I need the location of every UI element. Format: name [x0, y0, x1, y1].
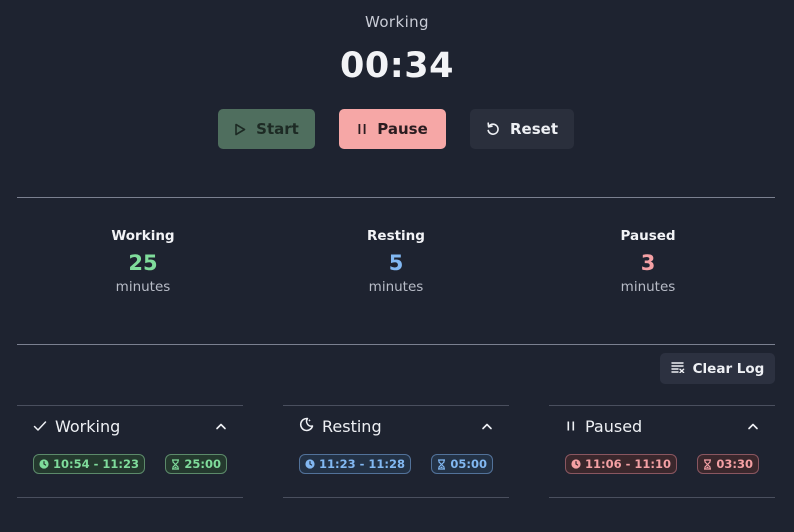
chevron-up-icon[interactable] — [481, 422, 493, 430]
pomodoro-app: Working 00:34 Start Pause Reset Working … — [0, 0, 794, 532]
stat-value: 3 — [640, 251, 656, 275]
reset-icon — [486, 122, 500, 136]
panel-divider — [17, 497, 243, 498]
panel-header[interactable]: Paused — [565, 415, 759, 437]
panel-divider — [283, 405, 509, 406]
stat-title: Resting — [367, 228, 425, 244]
start-button-label: Start — [256, 120, 299, 138]
divider — [17, 344, 775, 345]
pause-button-label: Pause — [377, 120, 428, 138]
stat-unit: minutes — [620, 279, 676, 295]
clear-log-button[interactable]: Clear Log — [660, 353, 775, 384]
duration-badge: 25:00 — [165, 454, 227, 474]
pause-button[interactable]: Pause — [339, 109, 446, 149]
divider — [17, 197, 775, 198]
panel-title: Resting — [322, 416, 382, 436]
chevron-up-icon[interactable] — [215, 422, 227, 430]
clock-icon — [305, 459, 315, 469]
play-icon — [234, 123, 246, 136]
stat-value: 5 — [388, 251, 404, 275]
panel-divider — [283, 497, 509, 498]
status-label: Working — [365, 13, 429, 31]
hourglass-icon — [703, 458, 712, 470]
time-range-badge: 11:06 - 11:10 — [565, 454, 677, 474]
time-range-text: 10:54 - 11:23 — [53, 457, 139, 471]
check-icon — [33, 417, 47, 436]
hourglass-icon — [437, 458, 446, 470]
stat-title: Working — [111, 228, 175, 244]
reset-button-label: Reset — [510, 120, 558, 138]
duration-text: 03:30 — [716, 457, 753, 471]
log-panel-resting: Resting 11:23 - 11:28 05:00 — [283, 405, 509, 498]
panel-divider — [17, 405, 243, 406]
chevron-up-icon[interactable] — [747, 422, 759, 430]
panel-title: Working — [55, 416, 121, 436]
duration-text: 25:00 — [184, 457, 221, 471]
stat-paused: Paused 3 minutes — [548, 228, 748, 295]
clock-icon — [39, 459, 49, 469]
timer-display: 00:34 — [340, 46, 454, 86]
panel-title: Paused — [585, 416, 643, 436]
panel-header[interactable]: Working — [33, 415, 227, 437]
pause-icon — [357, 123, 367, 135]
time-range-text: 11:06 - 11:10 — [585, 457, 671, 471]
panel-header[interactable]: Resting — [299, 415, 493, 437]
stat-value: 25 — [128, 251, 158, 275]
log-panel-working: Working 10:54 - 11:23 25:00 — [17, 405, 243, 498]
reset-button[interactable]: Reset — [470, 109, 574, 149]
timer-controls: Start Pause Reset — [0, 109, 794, 149]
stat-title: Paused — [620, 228, 676, 244]
stat-working: Working 25 minutes — [43, 228, 243, 295]
duration-text: 05:00 — [450, 457, 487, 471]
time-range-badge: 10:54 - 11:23 — [33, 454, 145, 474]
stat-unit: minutes — [368, 279, 424, 295]
duration-badge: 03:30 — [697, 454, 759, 474]
time-range-badge: 11:23 - 11:28 — [299, 454, 411, 474]
pause-icon — [565, 417, 577, 436]
stat-resting: Resting 5 minutes — [296, 228, 496, 295]
moon-icon — [299, 417, 314, 436]
hourglass-icon — [171, 458, 180, 470]
panel-divider — [549, 405, 775, 406]
clear-log-label: Clear Log — [692, 360, 765, 377]
clear-list-icon — [670, 361, 685, 377]
panel-divider — [549, 497, 775, 498]
start-button[interactable]: Start — [218, 109, 315, 149]
stat-unit: minutes — [115, 279, 171, 295]
log-panel-paused: Paused 11:06 - 11:10 03:30 — [549, 405, 775, 498]
clock-icon — [571, 459, 581, 469]
time-range-text: 11:23 - 11:28 — [319, 457, 405, 471]
duration-badge: 05:00 — [431, 454, 493, 474]
